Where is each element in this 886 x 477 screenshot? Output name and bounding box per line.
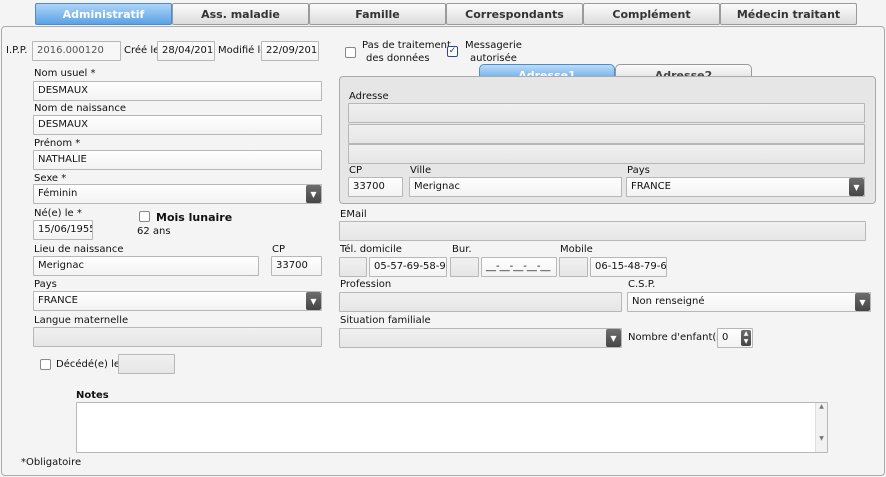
deceased-checkbox[interactable] — [40, 359, 51, 370]
modified-label: Modifié le — [218, 45, 267, 56]
address-line3-input[interactable] — [348, 144, 865, 164]
sexe-value: Féminin — [38, 188, 78, 199]
nom-usuel-label: Nom usuel * — [34, 68, 96, 79]
address-label: Adresse — [349, 91, 389, 102]
csp-value: Non renseigné — [632, 296, 705, 307]
birth-label: Né(e) le * — [34, 208, 82, 219]
birth-country-select[interactable]: FRANCE ▼ — [33, 291, 322, 311]
chevron-down-icon[interactable]: ▼ — [306, 185, 321, 203]
notes-scrollbar[interactable]: ▲ ▼ — [815, 403, 827, 452]
situation-label: Situation familiale — [340, 315, 431, 326]
csp-label: C.S.P. — [628, 279, 656, 290]
profession-label: Profession — [340, 279, 392, 290]
email-input[interactable] — [339, 221, 866, 241]
checkmark-icon: ✓ — [448, 46, 457, 56]
created-label: Créé le — [124, 45, 160, 56]
messaging-label-line2: autorisée — [470, 53, 517, 64]
address-line1-input[interactable] — [348, 103, 865, 123]
no-processing-label-line2: des données — [366, 53, 430, 64]
phone-mobile-label: Mobile — [560, 244, 593, 255]
tab-ass-maladie[interactable]: Ass. maladie — [172, 3, 309, 25]
language-input[interactable] — [33, 327, 322, 347]
phone-office-input[interactable]: __-__-__-__-__ — [481, 257, 557, 277]
csp-select[interactable]: Non renseigné ▼ — [627, 292, 871, 312]
birth-cp-label: CP — [272, 244, 286, 255]
birth-country-label: Pays — [34, 279, 57, 290]
no-processing-checkbox[interactable] — [345, 47, 356, 58]
birth-date-input[interactable]: 15/06/1955 — [33, 220, 93, 240]
phone-mobile-input[interactable]: 06-15-48-79-63 — [590, 257, 667, 277]
birthplace-label: Lieu de naissance — [34, 244, 124, 255]
sexe-select[interactable]: Féminin ▼ — [33, 184, 322, 204]
prenom-input[interactable]: NATHALIE — [33, 150, 322, 170]
email-label: EMail — [340, 209, 367, 220]
phone-home-input[interactable]: 05-57-69-58-96 — [369, 257, 447, 277]
required-note: *Obligatoire — [21, 457, 82, 468]
notes-textarea[interactable]: ▲ ▼ — [76, 402, 828, 453]
tab-medecin-traitant[interactable]: Médecin traitant — [720, 3, 857, 25]
address-country-label: Pays — [627, 165, 650, 176]
ipp-label: I.P.P. — [6, 45, 28, 56]
chevron-down-icon[interactable]: ▼ — [849, 178, 864, 196]
address-city-input[interactable]: Merignac — [409, 177, 622, 197]
prenom-label: Prénom * — [34, 138, 81, 149]
created-date-field[interactable]: 28/04/2016 — [157, 41, 215, 61]
address-city-label: Ville — [410, 165, 432, 176]
language-label: Langue maternelle — [34, 315, 129, 326]
children-label: Nombre d'enfant(s) — [628, 332, 726, 343]
children-value: 0 — [722, 332, 729, 343]
birth-cp-input[interactable]: 33700 — [271, 256, 322, 276]
nom-naissance-input[interactable]: DESMAUX — [33, 115, 322, 135]
nom-naissance-label: Nom de naissance — [34, 103, 126, 114]
address-country-value: FRANCE — [631, 181, 671, 192]
nom-usuel-input[interactable]: DESMAUX — [33, 81, 322, 101]
chevron-down-icon[interactable]: ▼ — [306, 292, 321, 310]
messaging-checkbox[interactable]: ✓ — [447, 46, 458, 57]
birthplace-input[interactable]: Merignac — [33, 256, 259, 276]
address-cp-label: CP — [349, 165, 363, 176]
lunar-checkbox[interactable] — [139, 211, 150, 222]
profession-input[interactable] — [339, 292, 622, 312]
ipp-field: 2016.000120 — [32, 41, 121, 61]
modified-date-field[interactable]: 22/09/2017 — [261, 41, 319, 61]
chevron-down-icon[interactable]: ▼ — [855, 293, 870, 311]
birth-country-value: FRANCE — [38, 295, 78, 306]
phone-home-prefix-input[interactable] — [339, 257, 367, 277]
tab-complement[interactable]: Complément — [583, 3, 720, 25]
phone-office-prefix-input[interactable] — [450, 257, 479, 277]
address-country-select[interactable]: FRANCE ▼ — [626, 177, 865, 197]
deceased-date-input[interactable] — [118, 354, 175, 374]
situation-select[interactable]: ▼ — [339, 328, 622, 348]
address-cp-input[interactable]: 33700 — [348, 177, 403, 197]
phone-home-label: Tél. domicile — [340, 244, 402, 255]
lunar-label: Mois lunaire — [156, 211, 233, 224]
phone-mobile-prefix-input[interactable] — [559, 257, 588, 277]
notes-label: Notes — [76, 390, 109, 401]
tab-correspondants[interactable]: Correspondants — [446, 3, 583, 25]
tab-famille[interactable]: Famille — [309, 3, 446, 25]
age-text: 62 ans — [137, 226, 171, 237]
phone-office-label: Bur. — [452, 244, 472, 255]
messaging-label-line1: Messagerie — [465, 40, 522, 51]
spinner-arrows-icon[interactable]: ▲ ▼ — [741, 330, 751, 346]
children-spinner[interactable]: 0 ▲ ▼ — [717, 328, 753, 348]
deceased-label: Décédé(e) le — [56, 359, 121, 370]
sexe-label: Sexe * — [34, 173, 67, 184]
tab-administratif[interactable]: Administratif — [35, 3, 172, 25]
no-processing-label-line1: Pas de traitement — [362, 40, 451, 51]
chevron-down-icon[interactable]: ▼ — [606, 329, 621, 347]
address-line2-input[interactable] — [348, 124, 865, 144]
